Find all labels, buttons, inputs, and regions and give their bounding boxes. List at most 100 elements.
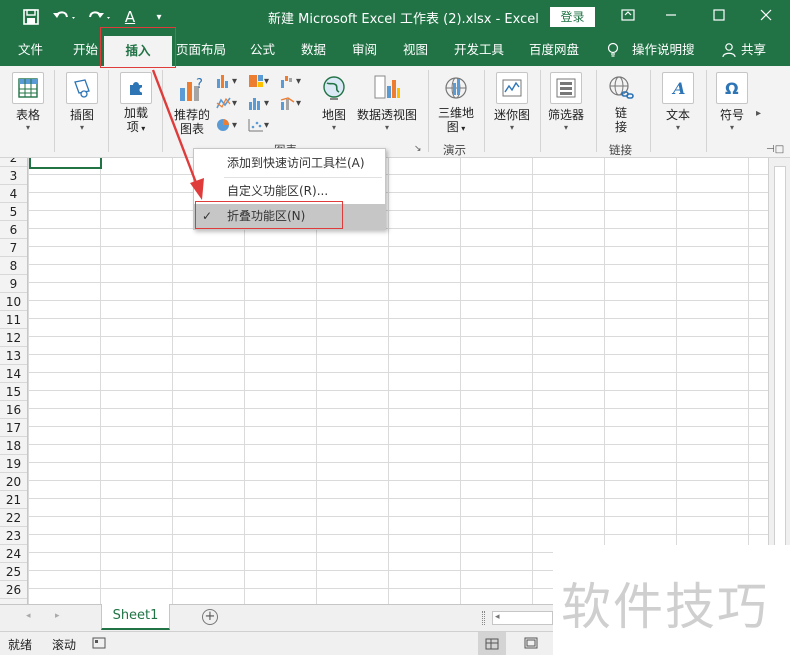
3d-map-button[interactable]: 三维地 图 ▾ [436,72,476,136]
tab-view[interactable]: 视图 [403,34,428,66]
tab-baidu-netdisk[interactable]: 百度网盘 [529,34,579,66]
row-header[interactable]: 11 [0,311,27,329]
red-arrow-icon [151,69,204,200]
row-header[interactable]: 6 [0,221,27,239]
save-icon[interactable] [20,6,42,28]
close-icon[interactable] [751,6,781,28]
tell-me-search[interactable]: 操作说明搜 [632,34,695,66]
undo-icon[interactable] [50,6,80,28]
sparklines-button[interactable]: 迷你图 ▾ [492,72,532,133]
row-header[interactable]: 20 [0,473,27,491]
map-chart-button[interactable]: 地图 ▾ [318,72,350,133]
addins-button[interactable]: 加载 项 ▾ [118,72,154,136]
addins-label-1: 加载 [123,106,148,120]
illustrations-button[interactable]: 插图 ▾ [64,72,100,133]
3d-map-label-1: 三维地 [437,106,474,120]
row-header[interactable]: 12 [0,329,27,347]
waterfall-chart-icon[interactable]: ▾ [280,72,306,90]
scroll-first-sheet-icon[interactable]: ◂ [26,611,31,621]
row-header[interactable]: 26 [0,581,27,599]
sparklines-chevron-icon: ▾ [509,123,514,132]
row-headers: 2 3 4 5 6 7 8 9 10 11 12 13 14 15 16 17 18 19 20 21 22 23 24 25… [0,158,28,604]
vertical-scrollbar[interactable] [768,158,790,604]
row-header[interactable]: 9 [0,275,27,293]
row-header[interactable]: 18 [0,437,27,455]
row-header[interactable]: 14 [0,365,27,383]
tab-developer[interactable]: 开发工具 [454,34,504,66]
font-color-icon[interactable]: A [121,6,139,28]
row-header[interactable]: 3 [0,167,27,185]
ribbon-scroll-right-icon[interactable]: ▸ [756,108,761,119]
share-button[interactable]: 共享 [741,34,766,66]
text-button[interactable]: A 文本 ▾ [660,72,696,133]
scroll-left-icon[interactable]: ◂ [495,612,500,622]
table-button[interactable]: 表格 ▾ [10,72,46,133]
link-button[interactable]: 链 接 [604,72,638,134]
tab-formulas[interactable]: 公式 [250,34,275,66]
row-header[interactable]: 17 [0,419,27,437]
scatter-chart-icon[interactable]: ▾ [248,116,274,134]
text-label: 文本 [665,108,690,122]
row-header[interactable]: 22 [0,509,27,527]
maximize-icon[interactable] [704,6,734,28]
macro-record-icon[interactable] [92,637,106,652]
row-header[interactable]: 4 [0,185,27,203]
illustrations-icon [66,72,98,104]
pie-chart-icon[interactable]: ▾ [216,116,242,134]
watermark-text: 软件技巧 [561,578,769,636]
row-header[interactable]: 8 [0,257,27,275]
minimize-icon[interactable] [656,6,686,28]
customize-qat-icon[interactable]: ▾ [150,6,168,28]
table-icon [12,72,44,104]
omega-icon: Ω [716,72,748,104]
row-header[interactable]: 7 [0,239,27,257]
pivot-chart-button[interactable]: 数据透视图 ▾ [356,72,418,133]
horizontal-scrollbar[interactable]: ◂ [492,611,553,625]
worksheet[interactable]: 2 3 4 5 6 7 8 9 10 11 12 13 14 15 16 17 18 19 20 21 22 23 24 25… [0,158,790,604]
row-header[interactable]: 5 [0,203,27,221]
tab-home[interactable]: 开始 [73,34,98,66]
row-header[interactable]: 13 [0,347,27,365]
statistic-chart-icon[interactable]: ▾ [248,94,274,112]
filters-icon [550,72,582,104]
normal-view-icon[interactable] [478,632,506,655]
hierarchy-chart-icon[interactable]: ▾ [248,72,274,90]
sheet-bar-splitter[interactable] [482,611,485,625]
selected-cell[interactable] [29,158,102,169]
sheet-tab-sheet1[interactable]: Sheet1 [101,604,170,630]
symbols-label: 符号 [719,108,744,122]
page-layout-view-icon[interactable] [524,637,538,652]
column-chart-icon[interactable]: ▾ [216,72,242,90]
ribbon-display-options-icon[interactable] [613,6,643,28]
row-header[interactable]: 25 [0,563,27,581]
redo-icon[interactable] [85,6,115,28]
menu-add-to-qat[interactable]: 添加到快速访问工具栏(A) [194,150,385,176]
tab-page-layout[interactable]: 页面布局 [176,34,226,66]
symbols-button[interactable]: Ω 符号 ▾ [714,72,750,133]
charts-dialog-launcher-icon[interactable]: ↘ [414,144,422,154]
row-header[interactable]: 24 [0,545,27,563]
cell-grid[interactable] [28,158,768,604]
tab-review[interactable]: 审阅 [352,34,377,66]
filters-button[interactable]: 筛选器 ▾ [546,72,586,133]
symbols-chevron-icon: ▾ [729,123,734,132]
vertical-scroll-thumb[interactable] [774,166,786,546]
tab-file[interactable]: 文件 [18,34,43,66]
scroll-next-sheet-icon[interactable]: ▸ [55,611,60,621]
row-header[interactable]: 16 [0,401,27,419]
illustrations-chevron-icon: ▾ [79,123,84,132]
row-header[interactable]: 23 [0,527,27,545]
row-header[interactable]: 10 [0,293,27,311]
row-header[interactable]: 2 [0,158,27,167]
row-header[interactable]: 21 [0,491,27,509]
new-sheet-icon[interactable]: + [202,609,218,625]
combo-chart-icon[interactable]: ▾ [280,94,306,112]
login-button[interactable]: 登录 [550,7,595,27]
tab-data[interactable]: 数据 [301,34,326,66]
pin-ribbon-icon[interactable]: ⊣□ [766,144,784,155]
svg-text:A: A [671,79,685,98]
row-header[interactable]: 19 [0,455,27,473]
collapse-item-highlight [195,201,343,229]
row-header[interactable]: 15 [0,383,27,401]
line-chart-icon[interactable]: ▾ [216,94,242,112]
